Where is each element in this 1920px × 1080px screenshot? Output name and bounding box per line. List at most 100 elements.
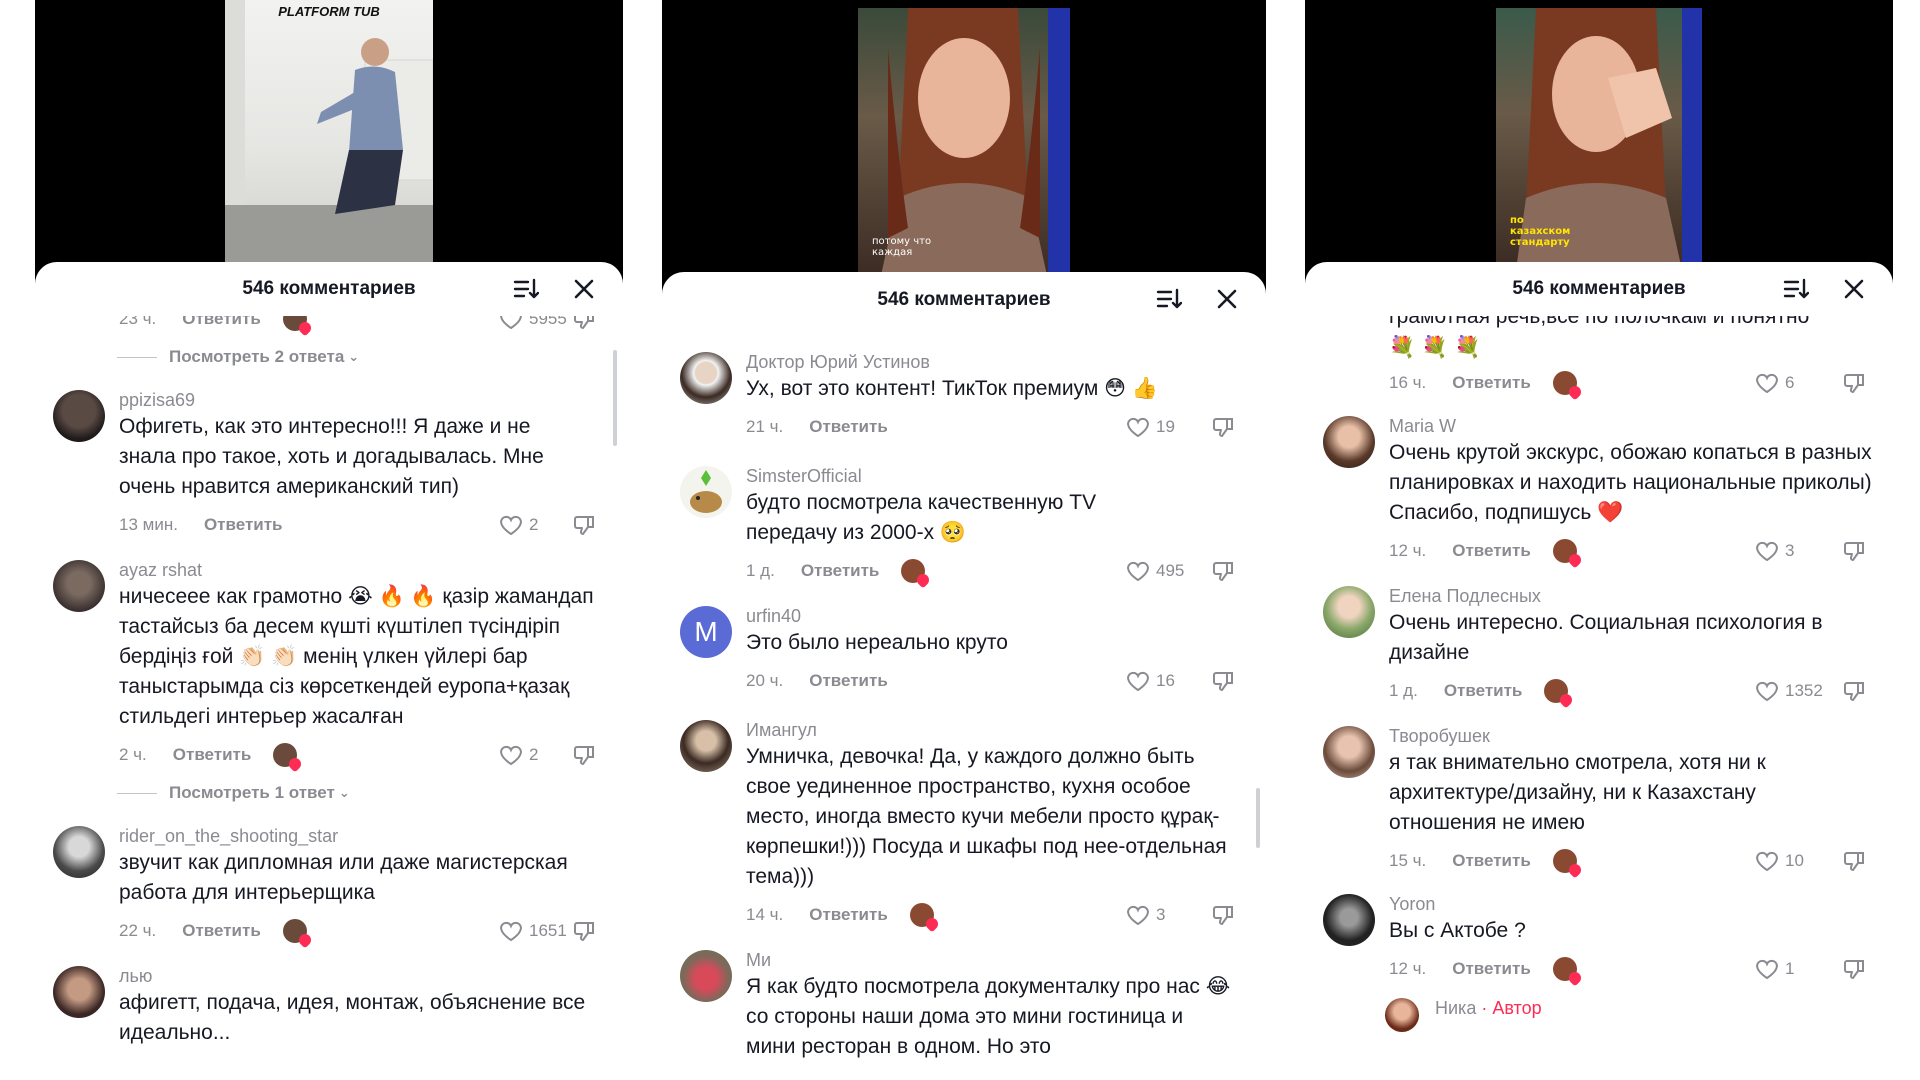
dislike-button[interactable] bbox=[1212, 904, 1236, 931]
avatar[interactable]: M bbox=[680, 606, 732, 658]
dislike-icon bbox=[1213, 672, 1233, 691]
comment-username[interactable]: Елена Подлесных bbox=[1389, 584, 1873, 608]
avatar[interactable] bbox=[1323, 894, 1375, 946]
dislike-icon bbox=[574, 922, 594, 941]
heart-icon bbox=[1127, 417, 1149, 438]
dislike-button[interactable] bbox=[1843, 372, 1867, 399]
sheet-header: 546 комментариев bbox=[1305, 262, 1893, 316]
view-replies-button[interactable]: Посмотреть 2 ответа ⌄ bbox=[35, 338, 623, 376]
avatar[interactable] bbox=[1385, 998, 1419, 1032]
reply-button[interactable]: Ответить bbox=[1452, 851, 1531, 871]
like-button[interactable]: 6 bbox=[1755, 372, 1794, 394]
avatar[interactable] bbox=[1323, 416, 1375, 468]
like-button[interactable]: 3 bbox=[1755, 540, 1794, 562]
dislike-button[interactable] bbox=[1212, 416, 1236, 443]
comment-text: Умничка, девочка! Да, у каждого должно б… bbox=[746, 745, 1227, 888]
comment-username[interactable]: Доктор Юрий Устинов bbox=[746, 350, 1246, 374]
comment-username[interactable]: лью bbox=[119, 964, 603, 988]
view-replies-button[interactable]: Посмотреть 1 ответ ⌄ bbox=[35, 774, 623, 812]
reply-button[interactable]: Ответить bbox=[1444, 681, 1523, 701]
video-thumbnail[interactable]: PLATFORM TUB bbox=[225, 0, 433, 262]
close-button[interactable] bbox=[1214, 286, 1240, 312]
video-area[interactable]: по казахском стандарту bbox=[1305, 0, 1893, 270]
reply-button[interactable]: Ответить bbox=[809, 417, 888, 437]
reply-button[interactable]: Ответить bbox=[182, 316, 261, 329]
reply-button[interactable]: Ответить bbox=[173, 745, 252, 765]
video-area[interactable]: потому что каждая bbox=[662, 0, 1266, 280]
close-icon bbox=[574, 279, 594, 299]
avatar[interactable] bbox=[1323, 726, 1375, 778]
like-button[interactable]: 2 bbox=[499, 744, 538, 766]
comment-username[interactable]: rider_on_the_shooting_star bbox=[119, 824, 603, 848]
dislike-button[interactable] bbox=[1212, 560, 1236, 587]
comment-username[interactable]: ppizisa69 bbox=[119, 388, 603, 412]
sort-button[interactable] bbox=[513, 276, 539, 302]
dislike-icon bbox=[1844, 542, 1864, 561]
avatar[interactable] bbox=[53, 966, 105, 1018]
like-button[interactable]: 1352 bbox=[1755, 680, 1823, 702]
comment-username[interactable]: urfin40 bbox=[746, 604, 1246, 628]
video-thumbnail[interactable]: потому что каждая bbox=[858, 8, 1070, 280]
dislike-button[interactable] bbox=[1843, 850, 1867, 877]
comment-username[interactable]: Maria W bbox=[1389, 414, 1873, 438]
reply-button[interactable]: Ответить bbox=[801, 561, 880, 581]
video-caption: по казахском стандарту bbox=[1510, 215, 1571, 248]
avatar[interactable] bbox=[53, 560, 105, 612]
comments-list[interactable]: грамотная речь,все по полочкам и понятно… bbox=[1305, 316, 1893, 1080]
reply-button[interactable]: Ответить bbox=[182, 921, 261, 941]
dislike-button[interactable] bbox=[1212, 670, 1236, 697]
avatar[interactable] bbox=[53, 390, 105, 442]
chevron-down-icon: ⌄ bbox=[348, 349, 360, 364]
dislike-button[interactable] bbox=[1843, 540, 1867, 567]
comment-time: 1 д. bbox=[746, 561, 775, 580]
sort-button[interactable] bbox=[1156, 286, 1182, 312]
reply-button[interactable]: Ответить bbox=[1452, 959, 1531, 979]
comment-username[interactable]: Имангул bbox=[746, 718, 1246, 742]
dislike-button[interactable] bbox=[1843, 680, 1867, 707]
comment-username[interactable]: SimsterOfficial bbox=[746, 464, 1246, 488]
reply-button[interactable]: Ответить bbox=[1452, 373, 1531, 393]
like-button[interactable]: 19 bbox=[1126, 416, 1175, 438]
author-name[interactable]: Ника bbox=[1435, 998, 1476, 1018]
like-button[interactable]: 1 bbox=[1755, 958, 1794, 980]
reply-button[interactable]: Ответить bbox=[1452, 541, 1531, 561]
avatar[interactable] bbox=[680, 466, 732, 518]
comments-list[interactable]: Доктор Юрий Устинов Ух, вот это контент!… bbox=[662, 328, 1266, 1080]
comment-username[interactable]: Yoron bbox=[1389, 892, 1873, 916]
like-button[interactable]: 16 bbox=[1126, 670, 1175, 692]
like-button[interactable]: 3 bbox=[1126, 904, 1165, 926]
comment-username[interactable]: Творобушек bbox=[1389, 724, 1873, 748]
like-button[interactable]: 1651 bbox=[499, 920, 567, 942]
close-icon bbox=[1844, 279, 1864, 299]
video-area[interactable]: PLATFORM TUB bbox=[35, 0, 623, 270]
close-button[interactable] bbox=[571, 276, 597, 302]
comments-list[interactable]: 23 ч. Ответить 5955 Посмотреть 2 ответа ⌄… bbox=[35, 316, 623, 1080]
comment-item: Доктор Юрий Устинов Ух, вот это контент!… bbox=[662, 350, 1266, 446]
creator-liked-avatar bbox=[1552, 849, 1577, 873]
video-thumbnail[interactable]: по казахском стандарту bbox=[1496, 8, 1702, 270]
avatar[interactable] bbox=[1323, 586, 1375, 638]
dislike-button[interactable] bbox=[573, 514, 597, 541]
reply-button[interactable]: Ответить bbox=[204, 515, 283, 535]
close-button[interactable] bbox=[1841, 276, 1867, 302]
avatar[interactable] bbox=[680, 352, 732, 404]
reply-button[interactable]: Ответить bbox=[809, 905, 888, 925]
avatar[interactable] bbox=[680, 720, 732, 772]
comment-username[interactable]: ayaz rshat bbox=[119, 558, 603, 582]
avatar[interactable] bbox=[680, 950, 732, 1002]
reply-button[interactable]: Ответить bbox=[809, 671, 888, 691]
dislike-button[interactable] bbox=[1843, 958, 1867, 985]
like-button[interactable]: 5955 bbox=[499, 316, 567, 330]
comment-username[interactable]: Ми bbox=[746, 948, 1246, 972]
like-button[interactable]: 10 bbox=[1755, 850, 1804, 872]
avatar[interactable] bbox=[53, 826, 105, 878]
dislike-button[interactable] bbox=[573, 316, 597, 335]
dislike-button[interactable] bbox=[573, 920, 597, 947]
like-button[interactable]: 495 bbox=[1126, 560, 1184, 582]
like-button[interactable]: 2 bbox=[499, 514, 538, 536]
comment-meta: 1 д. Ответить 1352 bbox=[1389, 672, 1873, 710]
view-replies-label: Посмотреть 2 ответа bbox=[169, 347, 345, 366]
sort-button[interactable] bbox=[1783, 276, 1809, 302]
chevron-down-icon: ⌄ bbox=[338, 785, 350, 800]
dislike-button[interactable] bbox=[573, 744, 597, 771]
